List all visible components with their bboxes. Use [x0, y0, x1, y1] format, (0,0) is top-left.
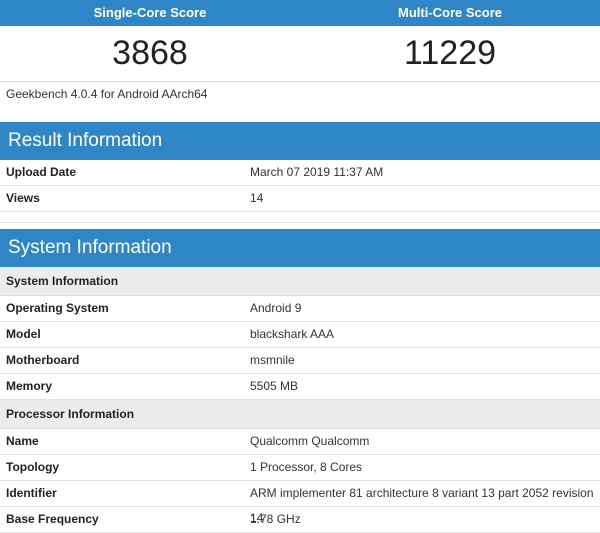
result-information-header: Result Information: [0, 122, 600, 160]
table-row: Model blackshark AAA: [0, 322, 600, 348]
row-value: msmnile: [250, 353, 295, 367]
row-label: Topology: [6, 460, 60, 474]
row-label: Base Frequency: [6, 512, 99, 526]
result-table: Upload Date March 07 2019 11:37 AM Views…: [0, 160, 600, 223]
row-label: Identifier: [6, 486, 57, 500]
row-label: Memory: [6, 379, 53, 393]
table-row: Views 14: [0, 186, 600, 212]
row-value: 1 Processor, 8 Cores: [250, 460, 363, 474]
row-label: Model: [6, 327, 41, 341]
system-information-header: System Information: [0, 229, 600, 267]
row-label: Name: [6, 434, 39, 448]
table-row: Identifier ARM implementer 81 architectu…: [0, 481, 600, 525]
score-header: Single-Core Score Multi-Core Score: [0, 0, 600, 26]
row-value: ARM implementer 81 architecture 8 varian…: [250, 486, 594, 525]
row-value: March 07 2019 11:37 AM: [250, 165, 384, 179]
row-value: Qualcomm Qualcomm: [250, 434, 370, 448]
table-row: Motherboard msmnile: [0, 348, 600, 374]
single-core-score: 3868: [112, 34, 188, 72]
table-row: Name Qualcomm Qualcomm: [0, 429, 600, 455]
row-value: 14: [250, 191, 264, 205]
multi-core-label: Multi-Core Score: [397, 5, 502, 20]
processor-subheader: Processor Information: [0, 400, 600, 429]
single-core-label: Single-Core Score: [93, 5, 207, 20]
row-label: Operating System: [6, 301, 109, 315]
table-row: Memory 5505 MB: [0, 374, 600, 400]
system-subheader: System Information: [0, 267, 600, 296]
table-row: Base Frequency 1.78 GHz: [0, 507, 600, 533]
system-table: System Information Operating System Andr…: [0, 267, 600, 533]
table-row: Upload Date March 07 2019 11:37 AM: [0, 160, 600, 186]
score-values: 3868 11229: [0, 26, 600, 82]
table-row: Topology 1 Processor, 8 Cores: [0, 455, 600, 481]
row-value: Android 9: [250, 301, 302, 315]
row-value: blackshark AAA: [250, 327, 335, 341]
row-value: 5505 MB: [250, 379, 299, 393]
benchmark-version: Geekbench 4.0.4 for Android AArch64: [6, 87, 208, 101]
table-row: Operating System Android 9: [0, 296, 600, 322]
row-value: 1.78 GHz: [250, 512, 301, 526]
divider: [0, 212, 600, 223]
row-label: Views: [6, 191, 40, 205]
row-label: Motherboard: [6, 353, 80, 367]
multi-core-score: 11229: [403, 34, 497, 72]
row-label: Upload Date: [6, 165, 77, 179]
